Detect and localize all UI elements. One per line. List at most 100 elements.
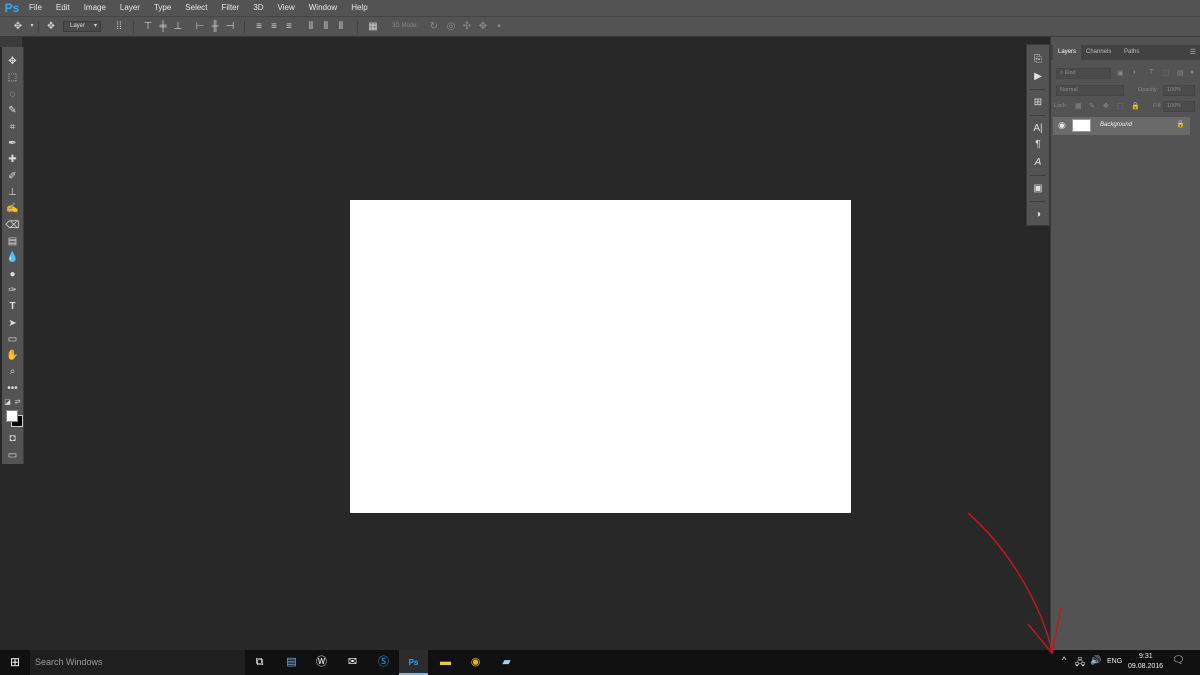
auto-align-layers-icon[interactable]: ▦ <box>367 21 379 32</box>
clone-stamp-tool-icon[interactable]: ⊥ <box>2 186 23 200</box>
tab-channels[interactable]: Channels <box>1081 45 1116 60</box>
screen-mode-icon[interactable]: ▭ <box>2 449 23 463</box>
history-brush-tool-icon[interactable]: ✍ <box>2 202 23 216</box>
foreground-color-swatch[interactable] <box>6 410 18 422</box>
eyedropper-tool-icon[interactable]: ✒ <box>2 137 23 151</box>
tools-panel-header[interactable] <box>0 37 22 47</box>
type-tool-icon[interactable]: T <box>2 300 23 314</box>
shape-tool-icon[interactable]: ▭ <box>2 333 23 347</box>
3d-roll-icon[interactable]: ◎ <box>445 21 457 32</box>
align-top-icon[interactable]: ⊤ <box>142 21 154 32</box>
show-hidden-icons-icon[interactable]: ^ <box>1062 655 1066 665</box>
properties-icon[interactable]: ⊞ <box>1027 96 1049 110</box>
marquee-tool-icon[interactable]: ⬚ <box>2 71 23 85</box>
document-canvas[interactable] <box>350 200 851 513</box>
distribute-hcenter-icon[interactable]: ⦀ <box>320 21 332 32</box>
align-bottom-icon[interactable]: ⊥ <box>172 21 184 32</box>
panel-menu-icon[interactable]: ☰ <box>1190 48 1196 56</box>
crop-tool-icon[interactable]: ⌗ <box>2 121 23 135</box>
filter-shape-icon[interactable]: ⬚ <box>1163 69 1170 77</box>
more-tools-icon[interactable]: ••• <box>2 382 23 396</box>
lock-position-icon[interactable]: ✥ <box>1103 102 1109 110</box>
gradient-tool-icon[interactable]: ▤ <box>2 235 23 249</box>
align-right-icon[interactable]: ⊣ <box>224 21 236 32</box>
layer-name[interactable]: Background <box>1100 122 1132 128</box>
file-explorer-icon[interactable]: ▬ <box>431 650 460 675</box>
align-horizontal-center-icon[interactable]: ╫ <box>209 21 221 32</box>
healing-brush-tool-icon[interactable]: ✚ <box>2 153 23 167</box>
quick-selection-tool-icon[interactable]: ✎ <box>2 104 23 118</box>
blur-tool-icon[interactable]: 💧 <box>2 251 23 265</box>
blend-mode-select[interactable]: Normal <box>1056 85 1124 96</box>
menu-select[interactable]: Select <box>178 0 214 16</box>
photoshop-app-icon[interactable]: Ps <box>399 650 428 675</box>
task-view-icon[interactable]: ⧉ <box>245 650 274 675</box>
windows-start-icon[interactable]: ⊞ <box>0 650 30 675</box>
dodge-tool-icon[interactable]: ● <box>2 268 23 282</box>
taskbar-search-input[interactable]: Search Windows <box>30 650 245 675</box>
move-tool-preset-icon[interactable]: ✥ <box>12 21 24 32</box>
menu-view[interactable]: View <box>271 0 302 16</box>
glyphs-icon[interactable]: A <box>1027 156 1049 170</box>
actions-play-icon[interactable]: ▶ <box>1027 70 1049 84</box>
lock-transparent-icon[interactable]: ▦ <box>1075 102 1082 110</box>
action-center-icon[interactable]: 🗨 <box>1172 655 1185 666</box>
character-icon[interactable]: A| <box>1027 122 1049 136</box>
swap-colors-icon[interactable]: ⇄ <box>7 396 28 410</box>
3d-slide-icon[interactable]: ✥ <box>477 21 489 32</box>
brush-tool-icon[interactable]: ✐ <box>2 170 23 184</box>
filter-toggle-icon[interactable]: ● <box>1190 69 1194 76</box>
3d-scale-icon[interactable]: ▪ <box>493 21 505 32</box>
menu-image[interactable]: Image <box>77 0 113 16</box>
distribute-left-icon[interactable]: ⦀ <box>305 21 317 32</box>
fill-input[interactable]: 100% <box>1163 101 1195 112</box>
menu-window[interactable]: Window <box>302 0 344 16</box>
zoom-tool-icon[interactable]: ⌕ <box>2 365 23 379</box>
pen-tool-icon[interactable]: ✑ <box>2 284 23 298</box>
filter-pixel-icon[interactable]: ▣ <box>1117 69 1124 77</box>
eraser-tool-icon[interactable]: ⌫ <box>2 219 23 233</box>
tab-layers[interactable]: Layers <box>1053 45 1082 60</box>
libraries-icon[interactable]: ▣ <box>1027 182 1049 196</box>
tab-paths[interactable]: Paths <box>1119 45 1144 60</box>
3d-orbit-icon[interactable]: ↻ <box>428 21 440 32</box>
auto-select-icon[interactable]: ❖ <box>45 21 57 32</box>
path-selection-tool-icon[interactable]: ➤ <box>2 317 23 331</box>
menu-layer[interactable]: Layer <box>113 0 147 16</box>
move-tool-icon[interactable]: ✥ <box>2 55 23 69</box>
menu-help[interactable]: Help <box>344 0 374 16</box>
chrome-app-icon[interactable]: ◉ <box>461 650 490 675</box>
lasso-tool-icon[interactable]: ◌ <box>2 88 23 102</box>
distribute-top-icon[interactable]: ≡ <box>253 21 265 32</box>
clock-date[interactable]: 09.08.2016 <box>1128 663 1163 670</box>
visibility-eye-icon[interactable]: ◉ <box>1058 120 1066 131</box>
lock-artboard-icon[interactable]: ⬚ <box>1117 102 1124 110</box>
lock-pixels-icon[interactable]: ✎ <box>1089 102 1095 110</box>
network-icon[interactable]: 🖧 <box>1075 655 1085 671</box>
clock-time[interactable]: 9:31 <box>1139 653 1153 660</box>
hand-tool-icon[interactable]: ✋ <box>2 349 23 363</box>
volume-icon[interactable]: 🔊 <box>1090 655 1101 666</box>
menu-edit[interactable]: Edit <box>49 0 77 16</box>
filter-adjustment-icon[interactable]: ◐ <box>1133 69 1137 76</box>
menu-type[interactable]: Type <box>147 0 178 16</box>
lock-all-icon[interactable]: 🔒 <box>1131 102 1140 110</box>
layer-row[interactable]: ◉ Background 🔒 <box>1053 117 1190 135</box>
align-left-icon[interactable]: ⊢ <box>194 21 206 32</box>
distribute-bottom-icon[interactable]: ≡ <box>283 21 295 32</box>
opacity-input[interactable]: 100% <box>1163 85 1195 96</box>
store-app-icon[interactable]: ▤ <box>277 650 306 675</box>
3d-drag-icon[interactable]: ✣ <box>461 21 473 32</box>
auto-select-dropdown[interactable]: Layer ▾ <box>63 21 101 32</box>
wordpress-app-icon[interactable]: Ⓦ <box>307 650 336 675</box>
paragraph-icon[interactable]: ¶ <box>1027 138 1049 152</box>
menu-3d[interactable]: 3D <box>246 0 270 16</box>
notes-app-icon[interactable]: ▰ <box>492 650 521 675</box>
adjustments-icon[interactable]: ◑ <box>1027 208 1049 222</box>
menu-filter[interactable]: Filter <box>215 0 247 16</box>
transform-controls-icon[interactable]: ⁞⁞ <box>113 21 125 32</box>
distribute-center-icon[interactable]: ≡ <box>268 21 280 32</box>
quick-mask-icon[interactable]: ◘ <box>2 432 23 446</box>
history-icon[interactable]: ⎘ <box>1027 53 1049 67</box>
chevron-down-icon[interactable]: ▾ <box>26 21 38 32</box>
